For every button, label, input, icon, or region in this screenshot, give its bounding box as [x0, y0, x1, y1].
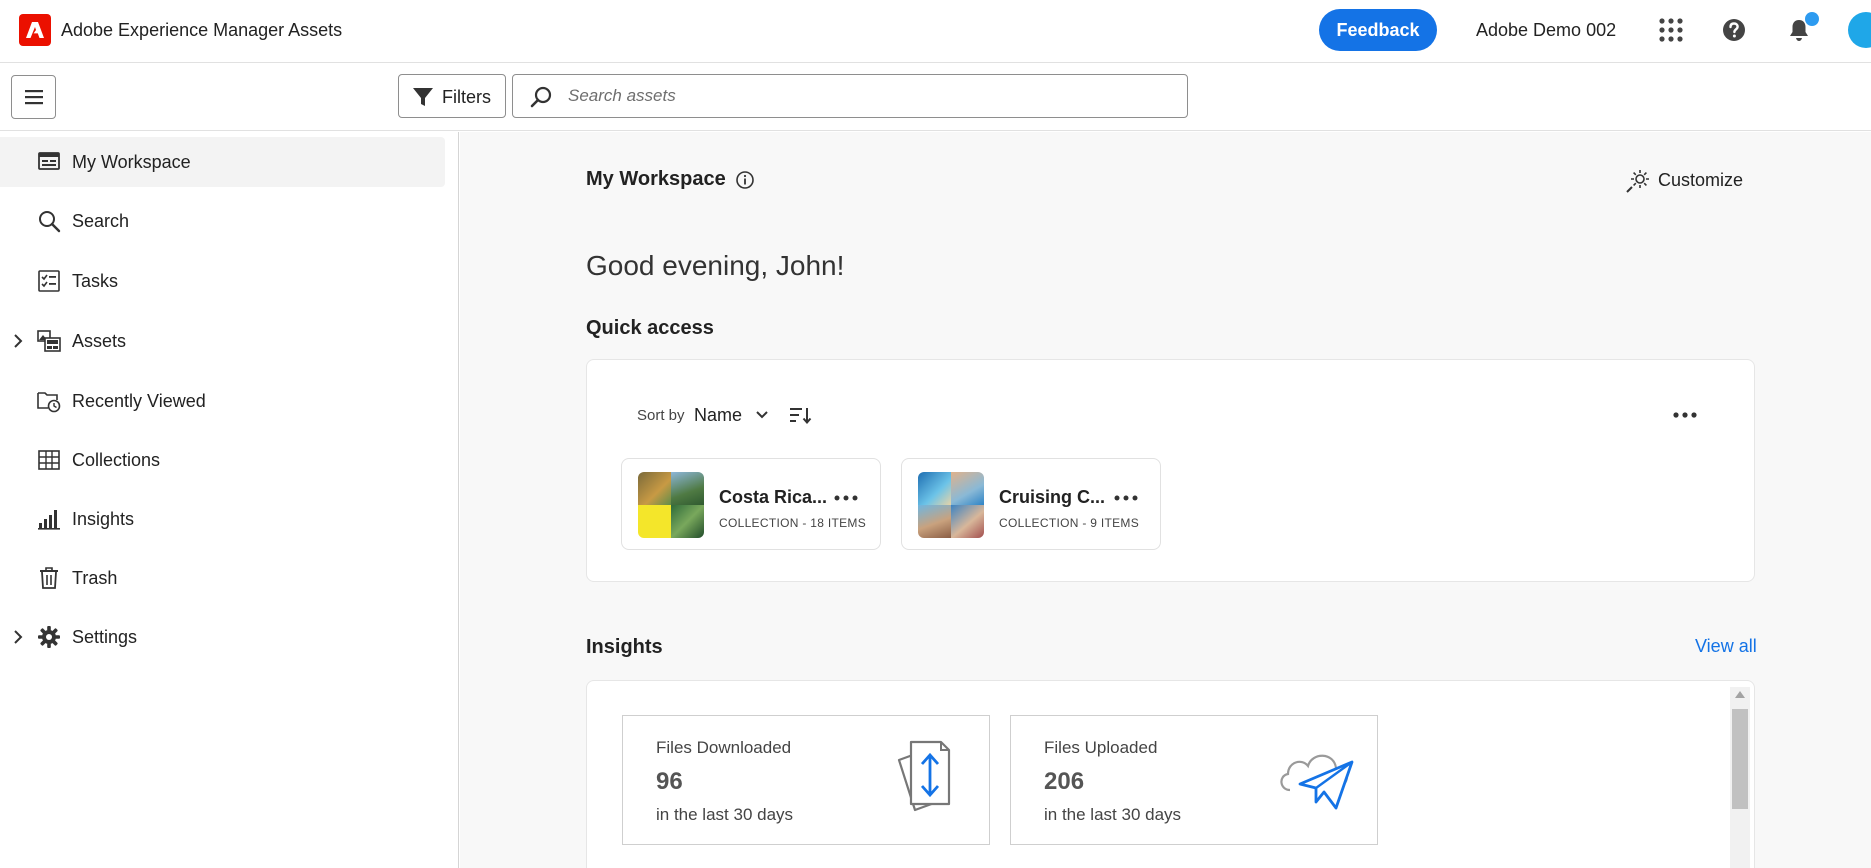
stat-card-files-downloaded[interactable]: Files Downloaded 96 in the last 30 days — [622, 715, 990, 845]
search-input[interactable] — [568, 83, 1168, 109]
top-header: Adobe Experience Manager Assets Feedback… — [0, 0, 1871, 63]
sidebar-item-collections[interactable]: Collections — [0, 435, 445, 485]
sidebar-item-label: Search — [72, 211, 130, 231]
more-options-icon[interactable] — [1670, 405, 1700, 425]
filters-button[interactable]: Filters — [398, 74, 506, 118]
sidebar-item-label: Recently Viewed — [72, 391, 206, 411]
app-title: Adobe Experience Manager Assets — [61, 20, 343, 40]
more-options-icon[interactable] — [832, 491, 860, 505]
sidebar-item-insights[interactable]: Insights — [0, 494, 445, 544]
stat-subtitle: in the last 30 days — [656, 805, 794, 824]
chevron-right-icon[interactable] — [13, 629, 23, 645]
sidebar-item-label: Trash — [72, 568, 118, 588]
collections-grid-icon — [38, 450, 60, 470]
help-icon[interactable] — [1721, 17, 1747, 43]
stat-value: 96 — [656, 768, 683, 795]
collection-thumbnail — [918, 472, 984, 538]
sort-by-label: Sort by — [637, 407, 685, 424]
sidebar-item-label: Insights — [72, 509, 135, 529]
quick-access-panel: Sort by Name Costa Rica... COLLECTION - … — [586, 359, 1755, 582]
card-title: Costa Rica... — [719, 487, 828, 507]
apps-grid-icon[interactable] — [1658, 17, 1684, 43]
collection-card-costa-rica[interactable]: Costa Rica... COLLECTION - 18 ITEMS — [621, 458, 881, 550]
download-transfer-icon — [897, 740, 951, 812]
sidebar-item-label: Settings — [72, 627, 138, 647]
sidebar-item-tasks[interactable]: Tasks — [0, 256, 445, 306]
collection-thumbnail — [638, 472, 704, 538]
search-icon — [530, 86, 552, 108]
stat-subtitle: in the last 30 days — [1044, 805, 1182, 824]
trash-icon — [40, 567, 58, 589]
recent-folder-icon — [37, 392, 61, 413]
main-content: My Workspace Customize Good evening, Joh… — [460, 132, 1871, 868]
more-options-icon[interactable] — [1112, 491, 1140, 505]
notification-badge — [1805, 12, 1819, 26]
sidebar-item-label: Assets — [72, 331, 127, 351]
search-box[interactable] — [512, 74, 1188, 118]
card-meta: COLLECTION - 9 ITEMS — [999, 516, 1140, 530]
toolbar: Filters — [0, 63, 1871, 131]
menu-toggle-button[interactable] — [11, 75, 56, 119]
assets-icon — [37, 330, 61, 352]
hamburger-icon — [25, 90, 43, 105]
search-icon — [39, 211, 61, 233]
chevron-right-icon[interactable] — [13, 333, 23, 349]
avatar[interactable] — [1848, 12, 1871, 48]
insights-panel: Files Downloaded 96 in the last 30 days … — [586, 680, 1755, 868]
stat-title: Files Uploaded — [1044, 738, 1158, 757]
customize-label: Customize — [1658, 170, 1744, 190]
card-meta: COLLECTION - 18 ITEMS — [719, 516, 866, 530]
sidebar-item-my-workspace[interactable]: My Workspace — [0, 137, 445, 187]
cloud-upload-icon — [1280, 754, 1354, 810]
quick-access-title: Quick access — [586, 317, 714, 339]
stat-value: 206 — [1044, 768, 1085, 795]
insights-title: Insights — [586, 636, 663, 658]
gear-icon — [38, 626, 60, 648]
info-icon[interactable] — [735, 170, 755, 190]
sidebar-item-label: Collections — [72, 450, 161, 470]
sidebar-item-settings[interactable]: Settings — [0, 612, 445, 662]
view-all-link[interactable]: View all — [1695, 636, 1757, 657]
insights-chart-icon — [38, 510, 60, 530]
sidebar-item-assets[interactable]: Assets — [0, 316, 445, 366]
sidebar-item-label: My Workspace — [72, 152, 191, 172]
tasks-icon — [38, 270, 60, 292]
collection-card-cruising[interactable]: Cruising C... COLLECTION - 9 ITEMS — [901, 458, 1161, 550]
stat-card-files-uploaded[interactable]: Files Uploaded 206 in the last 30 days — [1010, 715, 1378, 845]
workspace-icon — [38, 152, 60, 170]
customize-gear-icon — [1626, 170, 1649, 193]
sidebar-item-search[interactable]: Search — [0, 196, 445, 246]
scrollbar[interactable] — [1730, 687, 1750, 868]
sort-order-icon[interactable] — [790, 406, 812, 424]
greeting: Good evening, John! — [586, 250, 845, 281]
sort-dropdown[interactable]: Name — [694, 405, 742, 426]
scrollbar-thumb[interactable] — [1732, 709, 1748, 809]
card-title: Cruising C... — [999, 487, 1106, 507]
sidebar-item-recently-viewed[interactable]: Recently Viewed — [0, 376, 445, 426]
feedback-button[interactable]: Feedback — [1319, 9, 1437, 51]
filters-label: Filters — [442, 87, 491, 107]
stat-title: Files Downloaded — [656, 738, 792, 757]
sidebar-nav: My Workspace Search Tasks Assets Recentl… — [0, 132, 459, 868]
page-title: My Workspace — [586, 168, 726, 190]
filter-funnel-icon — [413, 88, 433, 106]
chevron-down-icon[interactable] — [755, 410, 769, 420]
sidebar-item-label: Tasks — [72, 271, 119, 291]
adobe-logo-icon[interactable] — [19, 14, 51, 46]
org-switcher[interactable]: Adobe Demo 002 — [1476, 20, 1616, 41]
scroll-up-arrow[interactable] — [1735, 691, 1745, 698]
sidebar-item-trash[interactable]: Trash — [0, 553, 445, 603]
